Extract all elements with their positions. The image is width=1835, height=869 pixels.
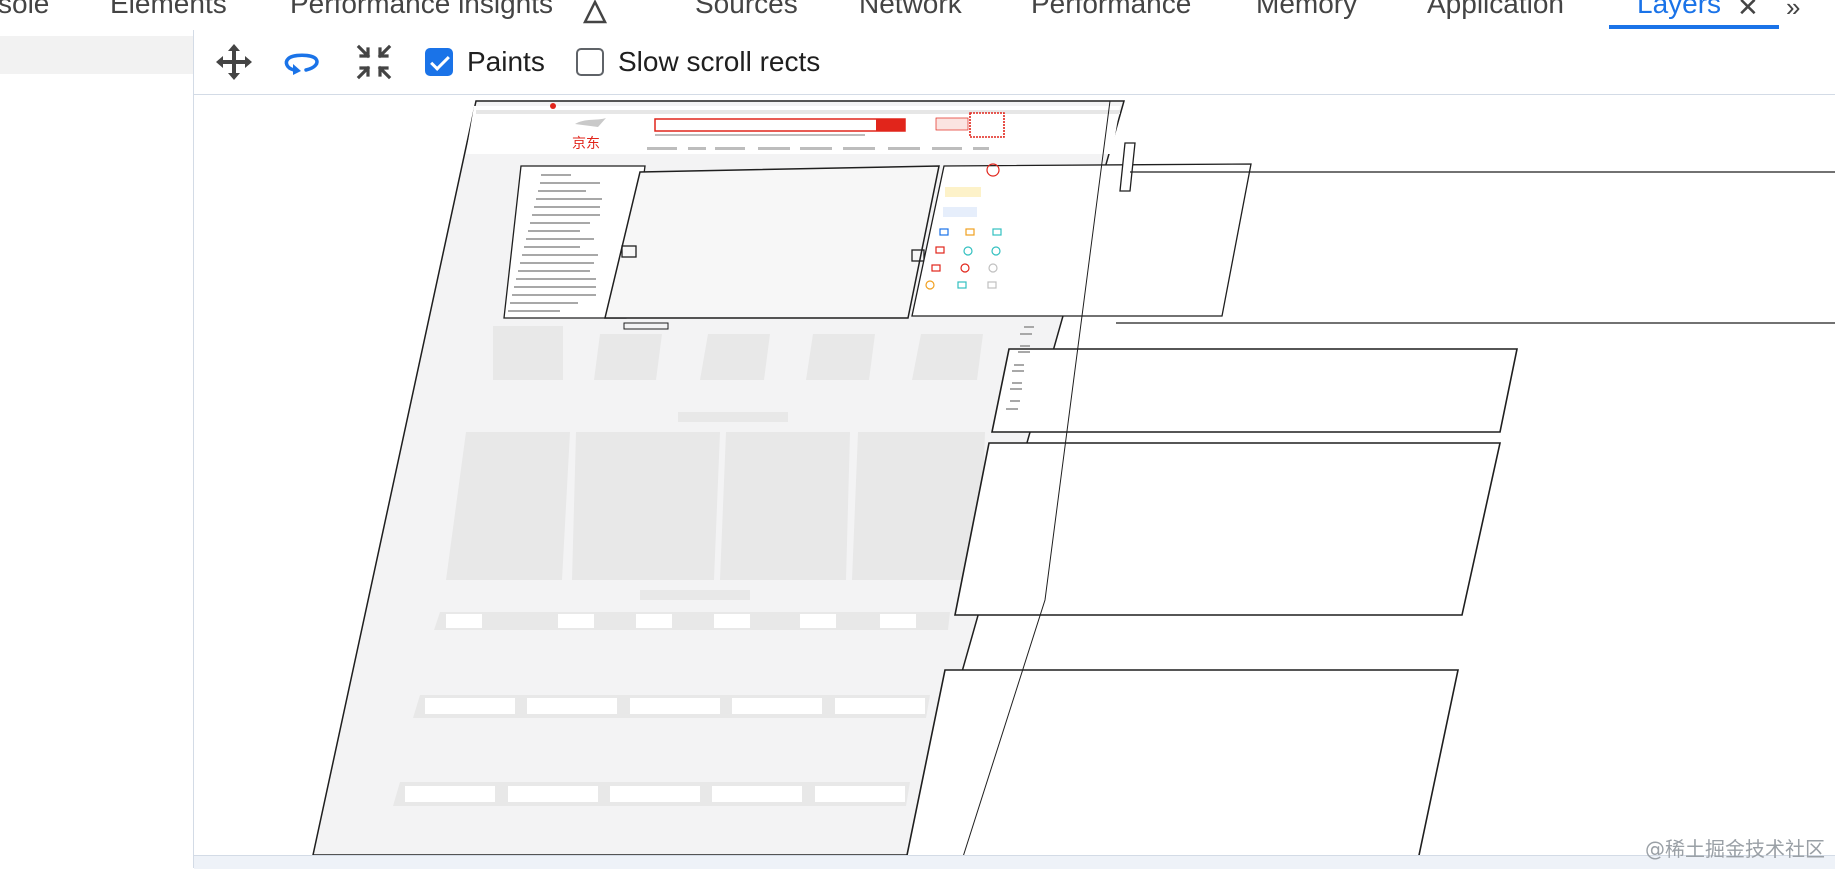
layers-3d-view[interactable]: 京东 [194,95,1835,855]
preview-search-button [876,119,905,131]
devtools-tab-bar: sole Elements Performance insights Sourc… [0,0,1835,31]
side-layer-1[interactable] [991,326,1518,433]
reset-transform-icon[interactable] [354,42,394,82]
tab-sources[interactable]: Sources [695,0,798,20]
slow-scroll-rects-label: Slow scroll rects [618,46,821,77]
close-tab-icon[interactable]: ✕ [1737,0,1759,23]
tab-network[interactable]: Network [859,0,962,20]
pan-mode-icon[interactable] [214,42,254,82]
paints-label: Paints [467,46,545,77]
jd-logo-text: 京东 [572,136,600,152]
preview-search-box [654,118,906,132]
experiment-icon [582,0,608,24]
layer-tree-row[interactable] [0,36,193,74]
tab-layers[interactable]: Layers [1637,0,1721,20]
layers-3d-svg[interactable]: 京东 [194,95,1835,855]
tab-elements[interactable]: Elements [110,0,227,20]
active-tab-indicator [1609,25,1779,29]
tab-memory[interactable]: Memory [1256,0,1357,20]
rotate-mode-icon[interactable] [282,42,322,82]
more-tabs-icon[interactable]: » [1786,0,1801,23]
tab-performance[interactable]: Performance [1031,0,1191,20]
watermark-text: @稀土掘金技术社区 [1645,837,1825,861]
tab-performance-insights[interactable]: Performance insights [290,0,553,20]
layers-toolbar: Paints Slow scroll rects [194,30,1835,95]
layers-tree-sidebar [0,30,194,868]
status-bar [194,855,1835,869]
side-layer-2[interactable] [954,442,1501,616]
slow-scroll-rects-toggle[interactable]: Slow scroll rects [576,46,820,78]
tab-console[interactable]: sole [0,0,49,20]
slow-scroll-rects-checkbox[interactable] [576,48,604,76]
tab-application[interactable]: Application [1427,0,1564,20]
side-layer-3[interactable] [906,669,1459,855]
paints-toggle[interactable]: Paints [425,46,545,78]
paints-checkbox[interactable] [425,48,453,76]
